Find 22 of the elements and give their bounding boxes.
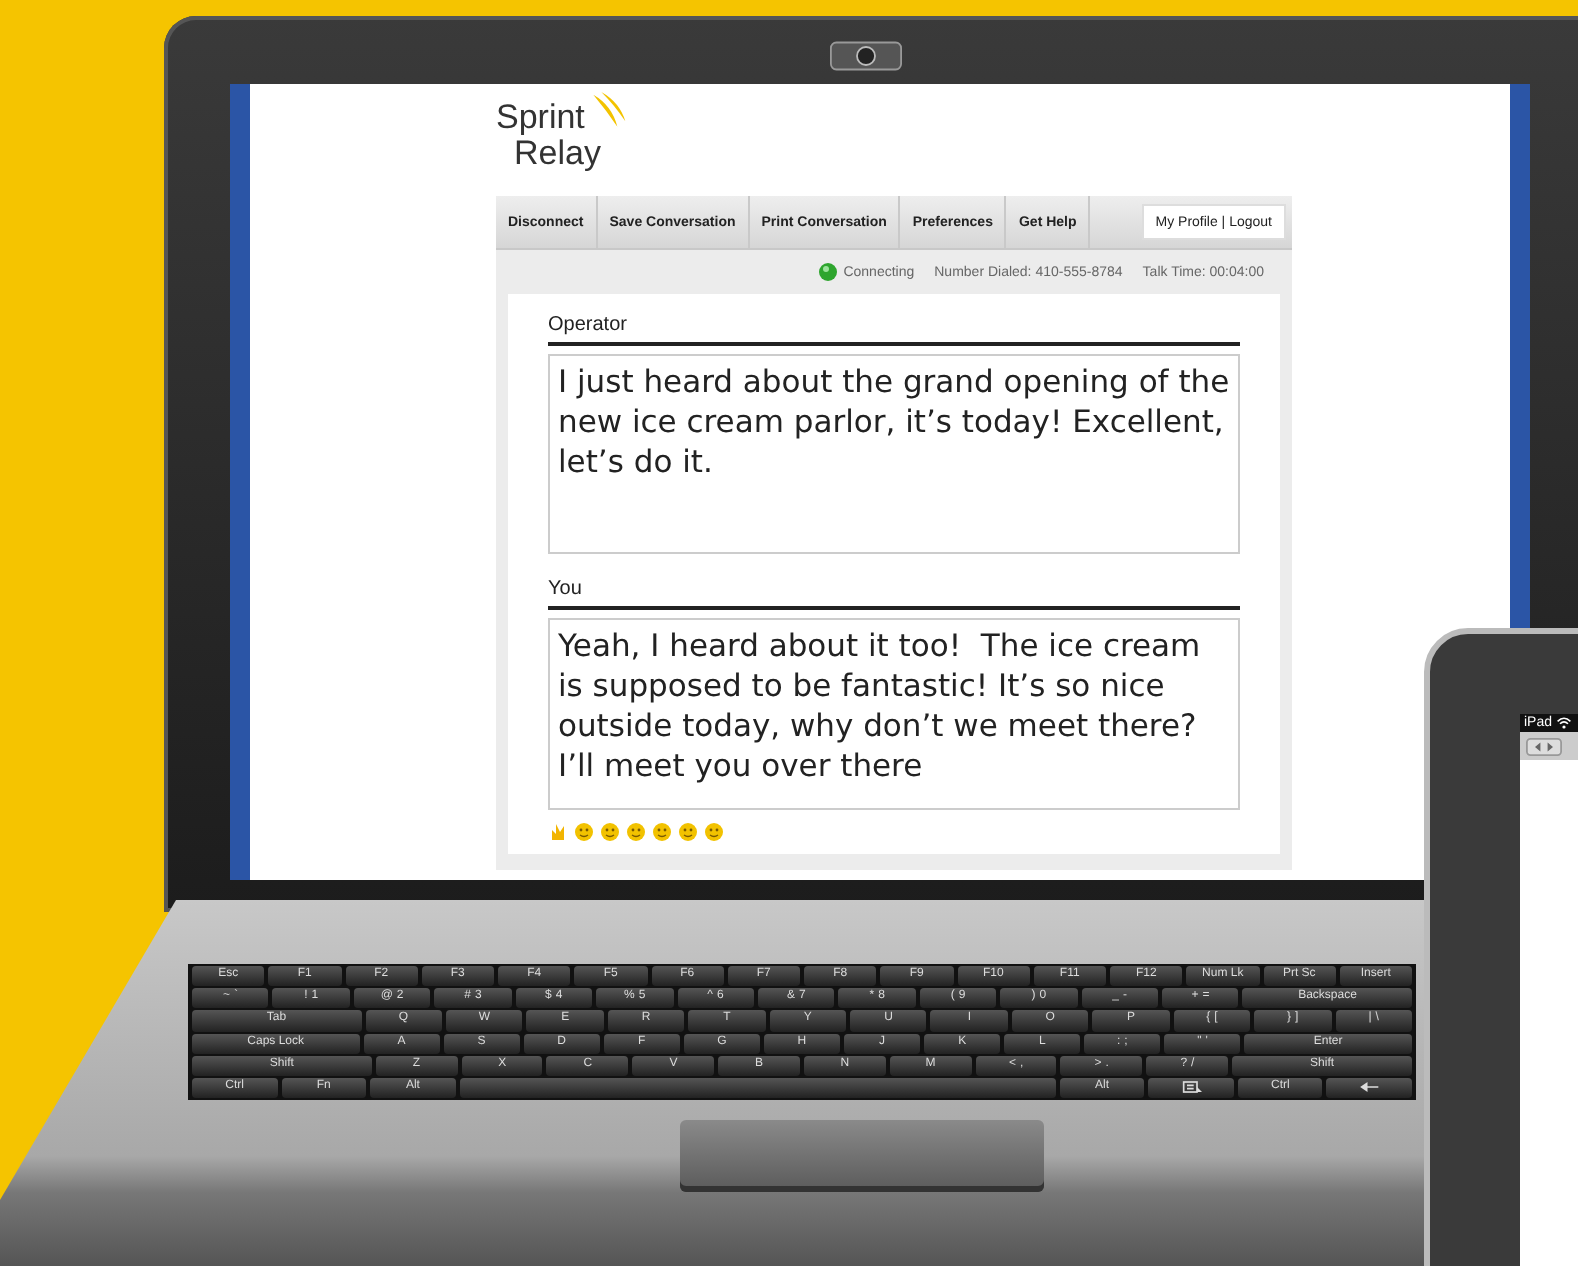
status-dot-icon — [817, 262, 838, 282]
smiley-emoticon-icon[interactable] — [600, 822, 620, 842]
back-forward-icon[interactable] — [1526, 737, 1562, 755]
keyboard-key[interactable] — [1326, 1077, 1413, 1099]
smiley-emoticon-icon[interactable] — [678, 822, 698, 842]
space-bar[interactable] — [459, 1077, 1056, 1099]
panel-heading: Operator — [548, 302, 1240, 346]
message-text: I just heard about the grand opening of the new ice cream parlor, it’s today! Excellent, let’s do it. — [558, 364, 1232, 480]
smiley-emoticon-icon[interactable] — [652, 822, 672, 842]
smiley-emoticon-icon[interactable] — [626, 822, 646, 842]
keyboard-key[interactable] — [1148, 1077, 1234, 1099]
message-text: Yeah, I heard about it too! The ice cream is supposed to be fantastic! It’s so nice outside today, why don’t we meet there? I’ll meet you over there — [558, 628, 1203, 784]
left-arrow-icon — [1359, 1080, 1380, 1095]
webcam-icon — [830, 40, 902, 72]
trackpad[interactable] — [680, 1120, 1044, 1192]
logo-text: Sprint — [496, 100, 585, 136]
smiley-emoticon-icon[interactable] — [704, 822, 724, 842]
menu-key-icon — [1181, 1080, 1202, 1095]
panel-heading: You — [548, 566, 1240, 610]
smiley-emoticon-icon[interactable] — [574, 822, 594, 842]
logo-text: Relay — [514, 136, 603, 172]
wifi-icon — [1556, 716, 1573, 730]
